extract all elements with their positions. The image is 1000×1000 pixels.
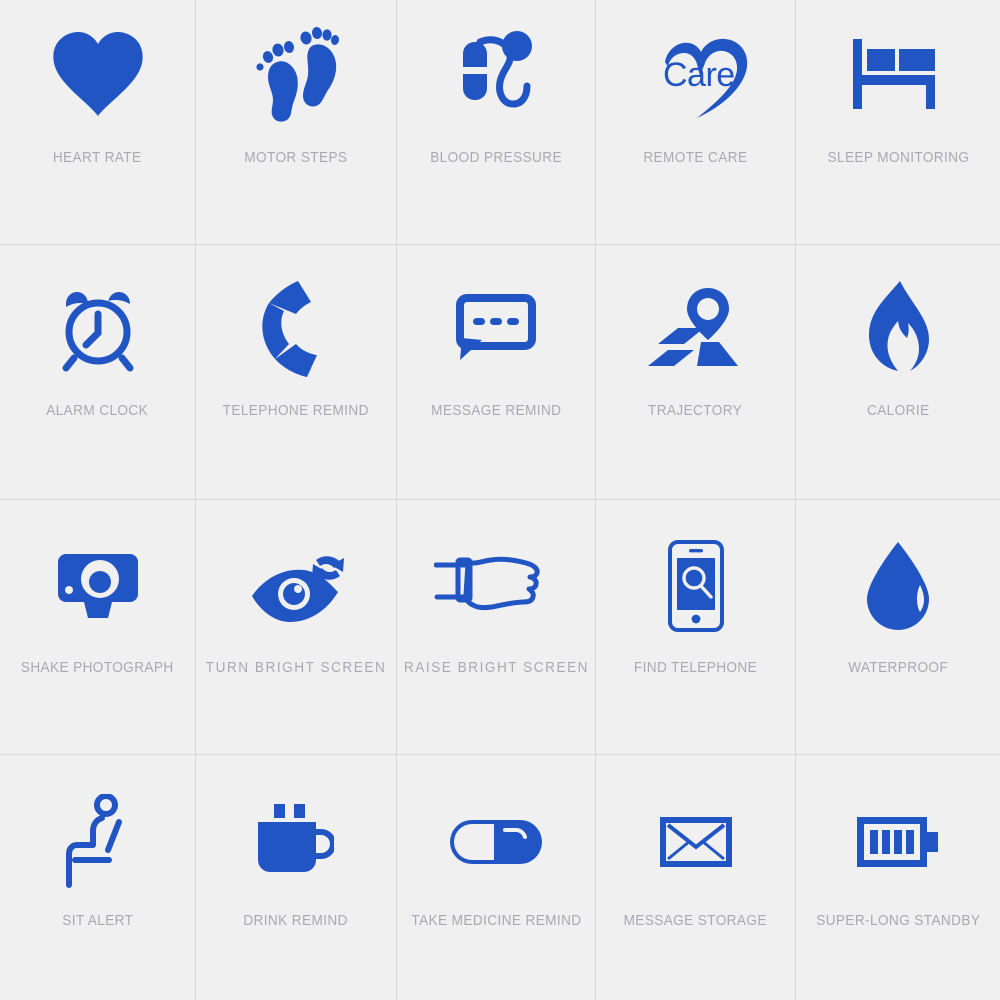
feature-label: FIND TELEPHONE (633, 660, 758, 676)
feature-cell-alarm-clock[interactable]: ALARM CLOCK (0, 245, 196, 500)
map-pin-route-icon (596, 245, 795, 395)
blood-pressure-cuff-icon (397, 0, 595, 140)
wrist-watch-hand-icon (397, 500, 595, 650)
chat-bubble-icon (397, 245, 595, 395)
feature-cell-super-long-standby[interactable]: SUPER-LONG STANDBY (796, 755, 1000, 1000)
feature-label: TELEPHONE REMIND (222, 403, 370, 419)
feature-label: RAISE BRIGHT SCREEN (403, 660, 589, 676)
envelope-icon (596, 755, 795, 905)
feature-label: SUPER-LONG STANDBY (815, 913, 981, 929)
coffee-mug-icon (196, 755, 396, 905)
heart-icon (0, 0, 195, 140)
feature-label: MOTOR STEPS (244, 150, 348, 166)
feature-label: TAKE MEDICINE REMIND (410, 913, 582, 929)
feature-label: SLEEP MONITORING (827, 150, 969, 166)
feature-label: WATERPROOF (848, 660, 948, 676)
feature-cell-remote-care[interactable]: Care REMOTE CARE (596, 0, 796, 245)
feature-label: SIT ALERT (61, 913, 134, 929)
feature-cell-raise-bright-screen[interactable]: RAISE BRIGHT SCREEN (397, 500, 596, 755)
flame-icon (796, 245, 1000, 395)
care-heart-logo-icon: Care (596, 0, 795, 140)
feature-label: REMOTE CARE (643, 150, 748, 166)
feature-label: HEART RATE (53, 150, 142, 166)
svg-text:Care: Care (663, 56, 735, 94)
feature-cell-blood-pressure[interactable]: BLOOD PRESSURE (397, 0, 596, 245)
feature-label: BLOOD PRESSURE (430, 150, 562, 166)
feature-cell-sit-alert[interactable]: SIT ALERT (0, 755, 196, 1000)
eye-refresh-icon (196, 500, 396, 650)
feature-cell-find-telephone[interactable]: FIND TELEPHONE (596, 500, 796, 755)
feature-label: TURN BRIGHT SCREEN (205, 660, 387, 676)
feature-cell-waterproof[interactable]: WATERPROOF (796, 500, 1000, 755)
feature-cell-take-medicine-remind[interactable]: TAKE MEDICINE REMIND (397, 755, 596, 1000)
camera-icon (0, 500, 195, 650)
feature-label: SHAKE PHOTOGRAPH (21, 660, 174, 676)
feature-cell-sleep-monitoring[interactable]: SLEEP MONITORING (796, 0, 1000, 245)
feature-label: TRAJECTORY (648, 403, 743, 419)
feature-cell-shake-photograph[interactable]: SHAKE PHOTOGRAPH (0, 500, 196, 755)
feature-label: ALARM CLOCK (46, 403, 149, 419)
feature-label: CALORIE (866, 403, 930, 419)
pill-capsule-icon (397, 755, 595, 905)
feature-cell-calorie[interactable]: CALORIE (796, 245, 1000, 500)
phone-handset-icon (196, 245, 396, 395)
feature-cell-turn-bright-screen[interactable]: TURN BRIGHT SCREEN (196, 500, 397, 755)
feature-label: MESSAGE STORAGE (623, 913, 768, 929)
alarm-clock-icon (0, 245, 195, 395)
feature-cell-telephone-remind[interactable]: TELEPHONE REMIND (196, 245, 397, 500)
feature-label: DRINK REMIND (243, 913, 349, 929)
feature-cell-drink-remind[interactable]: DRINK REMIND (196, 755, 397, 1000)
battery-icon (796, 755, 1000, 905)
feature-cell-message-remind[interactable]: MESSAGE REMIND (397, 245, 596, 500)
feature-cell-heart-rate[interactable]: HEART RATE (0, 0, 196, 245)
feature-label: MESSAGE REMIND (430, 403, 562, 419)
bed-icon (796, 0, 1000, 140)
feature-cell-message-storage[interactable]: MESSAGE STORAGE (596, 755, 796, 1000)
water-drop-icon (796, 500, 1000, 650)
feature-cell-motor-steps[interactable]: MOTOR STEPS (196, 0, 397, 245)
footprints-icon (196, 0, 396, 140)
seated-person-icon (0, 755, 195, 905)
feature-icon-grid: HEART RATE MOTOR STEPS BLOOD PRESSURE Ca… (0, 0, 1000, 1000)
phone-search-icon (596, 500, 795, 650)
feature-cell-trajectory[interactable]: TRAJECTORY (596, 245, 796, 500)
